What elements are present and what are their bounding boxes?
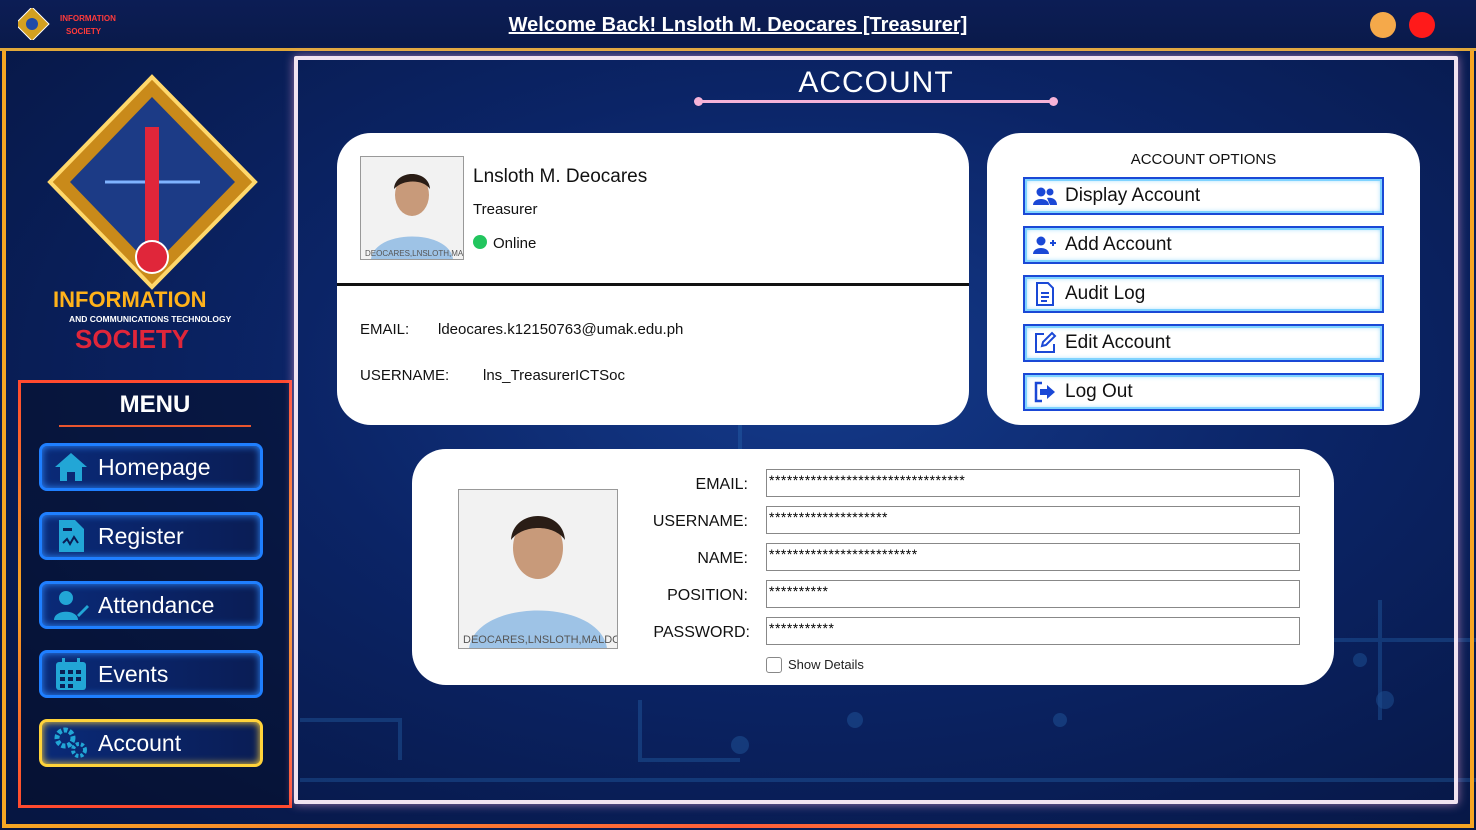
detail-label-name: NAME:: [697, 550, 748, 567]
logout-icon: [1033, 380, 1057, 404]
home-icon: [52, 450, 90, 484]
users-icon: [1033, 184, 1057, 208]
edit-icon: [1033, 331, 1057, 355]
sidebar-item-label: Events: [98, 660, 169, 687]
calendar-icon: [52, 657, 90, 691]
logo-line-2: AND COMMUNICATIONS TECHNOLOGY: [69, 314, 232, 324]
window-title: Welcome Back! Lnsloth M. Deocares [Treas…: [508, 14, 968, 36]
close-button[interactable]: [1409, 12, 1435, 38]
profile-divider: [337, 283, 969, 286]
details-photo: DEOCARES,LNSLOTH,MALDO: [458, 489, 618, 649]
position-field[interactable]: **********: [766, 580, 1300, 608]
profile-photo: DEOCARES,LNSLOTH,MALDO: [360, 156, 464, 260]
file-text-icon: [1033, 282, 1057, 306]
logo-line-1: INFORMATION: [53, 287, 207, 312]
detail-label-email: EMAIL:: [695, 476, 748, 493]
sidebar-item-label: Attendance: [98, 591, 215, 618]
account-options-card: ACCOUNT OPTIONS Display Account Add Acco…: [987, 133, 1420, 425]
sidebar-item-events[interactable]: Events: [39, 650, 263, 698]
name-field[interactable]: *************************: [766, 543, 1300, 571]
sidebar-item-attendance[interactable]: Attendance: [39, 581, 263, 629]
profile-name: Lnsloth M. Deocares: [473, 166, 648, 187]
sidebar-item-account[interactable]: Account: [39, 719, 263, 767]
sidebar-item-label: Account: [98, 729, 182, 756]
account-options-title: ACCOUNT OPTIONS: [1130, 151, 1277, 168]
photo-caption: DEOCARES,LNSLOTH,MALDO: [365, 249, 463, 258]
gears-icon: [52, 726, 90, 760]
sidebar-item-label: Register: [98, 522, 184, 549]
sidebar-item-register[interactable]: Register: [39, 512, 263, 560]
show-details-checkbox[interactable]: [766, 657, 782, 673]
title-underline: [694, 97, 1058, 106]
username-value: lns_TreasurerICTSoc: [483, 367, 625, 384]
add-account-button[interactable]: Add Account: [1023, 226, 1384, 264]
menu-title: MENU: [119, 391, 191, 418]
option-label: Add Account: [1065, 234, 1172, 255]
detail-label-password: PASSWORD:: [653, 624, 750, 641]
document-icon: [52, 519, 90, 553]
profile-status: Online: [493, 235, 537, 252]
option-label: Audit Log: [1065, 283, 1146, 304]
sidebar-item-label: Homepage: [98, 453, 211, 480]
option-label: Edit Account: [1065, 332, 1171, 353]
email-label: EMAIL:: [360, 321, 410, 338]
audit-log-button[interactable]: Audit Log: [1023, 275, 1384, 313]
show-details-label[interactable]: Show Details: [788, 657, 864, 672]
email-field[interactable]: *********************************: [766, 469, 1300, 497]
detail-label-username: USERNAME:: [652, 513, 748, 530]
edit-account-button[interactable]: Edit Account: [1023, 324, 1384, 362]
sidebar-item-homepage[interactable]: Homepage: [39, 443, 263, 491]
online-status-dot: [473, 235, 487, 249]
ict-society-logo: INFORMATION AND COMMUNICATIONS TECHNOLOG…: [47, 74, 258, 354]
logo-line-3: SOCIETY: [75, 324, 189, 354]
page-title: ACCOUNT: [798, 66, 954, 99]
details-photo-caption: DEOCARES,LNSLOTH,MALDO: [463, 634, 617, 646]
user-plus-icon: [1033, 233, 1057, 257]
user-edit-icon: [52, 588, 90, 622]
profile-position: Treasurer: [473, 201, 538, 218]
title-bar: INFORMATION SOCIETY Welcome Back! Lnslot…: [0, 0, 1476, 51]
account-details-card: DEOCARES,LNSLOTH,MALDO EMAIL: **********…: [412, 449, 1334, 685]
profile-card: DEOCARES,LNSLOTH,MALDO Lnsloth M. Deocar…: [337, 133, 969, 425]
username-field[interactable]: ********************: [766, 506, 1300, 534]
menu-underline: [59, 425, 251, 427]
email-value: ldeocares.k12150763@umak.edu.ph: [438, 321, 684, 338]
display-account-button[interactable]: Display Account: [1023, 177, 1384, 215]
option-label: Log Out: [1065, 381, 1133, 402]
menu-panel: MENU Homepage Register Attendance Events…: [18, 380, 292, 808]
detail-label-position: POSITION:: [667, 587, 748, 604]
option-label: Display Account: [1065, 185, 1201, 206]
password-field[interactable]: ***********: [766, 617, 1300, 645]
minimize-button[interactable]: [1370, 12, 1396, 38]
username-label: USERNAME:: [360, 367, 450, 384]
log-out-button[interactable]: Log Out: [1023, 373, 1384, 411]
